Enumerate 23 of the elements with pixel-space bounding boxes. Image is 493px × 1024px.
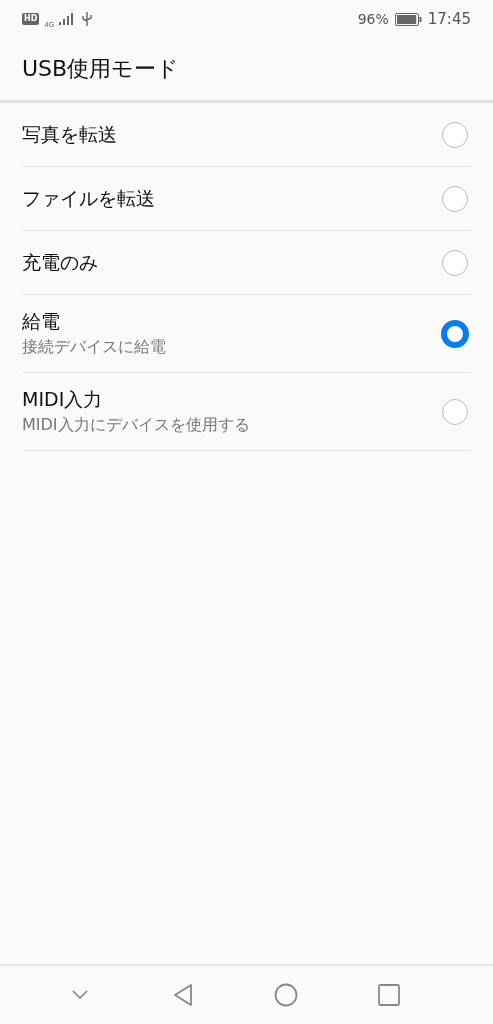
chevron-down-icon[interactable] [71,990,88,1000]
radio-button[interactable] [442,121,468,148]
option-description: 接続デバイスに給電 [22,337,167,358]
hd-badge: HD [22,13,40,25]
option-label: 給電 [22,309,61,334]
back-icon[interactable] [172,983,193,1007]
home-icon[interactable] [273,983,298,1007]
option-label: MIDI入力 [22,387,104,412]
page-title: USB使用モード [22,55,180,83]
signal-icon [59,13,74,25]
option-description: MIDI入力にデバイスを使用する [22,415,251,436]
option-label: 写真を転送 [22,121,118,147]
radio-button[interactable] [441,319,469,348]
option-label: ファイルを転送 [22,185,156,211]
radio-button[interactable] [442,398,468,425]
battery-percentage: 96% [357,11,389,27]
option-label: 充電のみ [22,249,99,275]
clock: 17:45 [427,10,471,28]
radio-button[interactable] [442,185,468,212]
recent-apps-icon[interactable] [377,984,400,1006]
radio-button[interactable] [442,249,468,276]
battery-icon [394,12,422,26]
usb-icon [82,12,93,26]
